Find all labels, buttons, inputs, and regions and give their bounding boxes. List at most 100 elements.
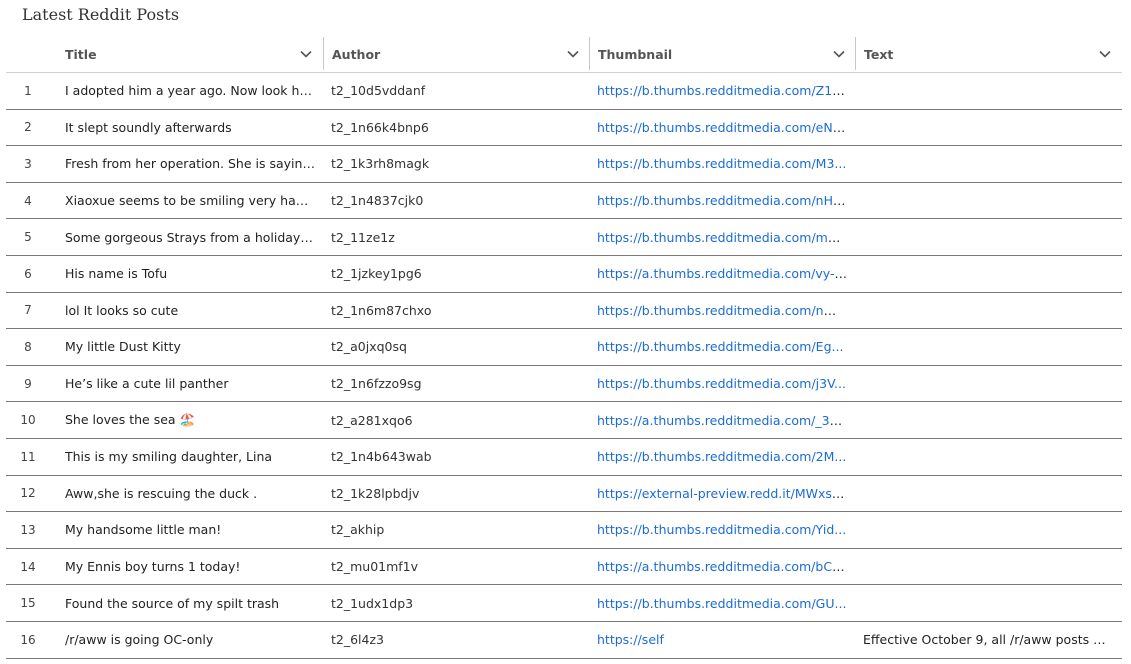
- title-cell[interactable]: It slept soundly afterwards: [65, 110, 315, 146]
- thumbnail-cell[interactable]: https://a.thumbs.redditmedia.com/vy-k...: [597, 256, 847, 292]
- author-cell[interactable]: t2_a281xqo6: [331, 402, 581, 438]
- text-cell[interactable]: [863, 439, 1109, 475]
- thumbnail-cell[interactable]: https://b.thumbs.redditmedia.com/GU...: [597, 585, 847, 621]
- thumbnail-link[interactable]: https://b.thumbs.redditmedia.com/2M...: [597, 449, 846, 464]
- table-row[interactable]: 11 This is my smiling daughter, Lina t2_…: [6, 439, 1122, 476]
- table-row[interactable]: 6 His name is Tofu t2_1jzkey1pg6 https:/…: [6, 256, 1122, 293]
- text-cell[interactable]: Effective October 9, all /r/aww posts m.…: [863, 622, 1109, 658]
- table-row[interactable]: 7 lol It looks so cute t2_1n6m87chxo htt…: [6, 293, 1122, 330]
- table-row[interactable]: 4 Xiaoxue seems to be smiling very happi…: [6, 183, 1122, 220]
- title-cell[interactable]: Fresh from her operation. She is saying.…: [65, 146, 315, 182]
- table-row[interactable]: 3 Fresh from her operation. She is sayin…: [6, 146, 1122, 183]
- author-cell[interactable]: t2_1jzkey1pg6: [331, 256, 581, 292]
- column-header-title[interactable]: Title: [57, 36, 323, 72]
- title-cell[interactable]: Some gorgeous Strays from a holiday i...: [65, 219, 315, 255]
- thumbnail-link[interactable]: https://external-preview.redd.it/MWxsc..…: [597, 486, 847, 501]
- author-cell[interactable]: t2_1n6m87chxo: [331, 293, 581, 329]
- author-cell[interactable]: t2_11ze1z: [331, 219, 581, 255]
- table-row[interactable]: 15 Found the source of my spilt trash t2…: [6, 585, 1122, 622]
- author-cell[interactable]: t2_mu01mf1v: [331, 549, 581, 585]
- chevron-down-icon[interactable]: [828, 50, 850, 58]
- text-cell[interactable]: [863, 110, 1109, 146]
- title-cell[interactable]: Aww,she is rescuing the duck .: [65, 476, 315, 512]
- thumbnail-cell[interactable]: https://b.thumbs.redditmedia.com/Eg...: [597, 329, 847, 365]
- author-cell[interactable]: t2_1n4837cjk0: [331, 183, 581, 219]
- text-cell[interactable]: [863, 256, 1109, 292]
- text-cell[interactable]: [863, 585, 1109, 621]
- thumbnail-cell[interactable]: https://a.thumbs.redditmedia.com/bC1...: [597, 549, 847, 585]
- author-cell[interactable]: t2_1udx1dp3: [331, 585, 581, 621]
- text-cell[interactable]: [863, 366, 1109, 402]
- text-cell[interactable]: [863, 293, 1109, 329]
- thumbnail-link[interactable]: https://a.thumbs.redditmedia.com/_3q...: [597, 413, 847, 428]
- thumbnail-cell[interactable]: https://b.thumbs.redditmedia.com/mw...: [597, 219, 847, 255]
- thumbnail-cell[interactable]: https://b.thumbs.redditmedia.com/2M...: [597, 439, 847, 475]
- title-cell[interactable]: She loves the sea 🏖️: [65, 402, 315, 438]
- title-cell[interactable]: I adopted him a year ago. Now look ho...: [65, 73, 315, 109]
- table-row[interactable]: 12 Aww,she is rescuing the duck . t2_1k2…: [6, 476, 1122, 513]
- column-header-author[interactable]: Author: [324, 36, 590, 72]
- author-cell[interactable]: t2_10d5vddanf: [331, 73, 581, 109]
- thumbnail-link[interactable]: https://b.thumbs.redditmedia.com/nHj...: [597, 193, 847, 208]
- text-cell[interactable]: [863, 549, 1109, 585]
- chevron-down-icon[interactable]: [295, 50, 317, 58]
- text-cell[interactable]: [863, 512, 1109, 548]
- text-cell[interactable]: [863, 146, 1109, 182]
- thumbnail-link[interactable]: https://a.thumbs.redditmedia.com/vy-k...: [597, 266, 847, 281]
- thumbnail-cell[interactable]: https://b.thumbs.redditmedia.com/eNx...: [597, 110, 847, 146]
- column-header-text[interactable]: Text: [856, 36, 1122, 72]
- table-row[interactable]: 10 She loves the sea 🏖️ t2_a281xqo6 http…: [6, 402, 1122, 439]
- title-cell[interactable]: Xiaoxue seems to be smiling very happi..…: [65, 183, 315, 219]
- text-cell[interactable]: [863, 183, 1109, 219]
- author-cell[interactable]: t2_1n66k4bnp6: [331, 110, 581, 146]
- author-cell[interactable]: t2_6l4z3: [331, 622, 581, 658]
- title-cell[interactable]: He’s like a cute lil panther: [65, 366, 315, 402]
- author-cell[interactable]: t2_a0jxq0sq: [331, 329, 581, 365]
- title-cell[interactable]: This is my smiling daughter, Lina: [65, 439, 315, 475]
- thumbnail-link[interactable]: https://b.thumbs.redditmedia.com/Yid...: [597, 522, 846, 537]
- chevron-down-icon[interactable]: [562, 50, 584, 58]
- author-cell[interactable]: t2_1k3rh8magk: [331, 146, 581, 182]
- chevron-down-icon[interactable]: [1094, 50, 1116, 58]
- text-cell[interactable]: [863, 219, 1109, 255]
- thumbnail-link[interactable]: https://b.thumbs.redditmedia.com/eNx...: [597, 120, 847, 135]
- title-cell[interactable]: /r/aww is going OC-only: [65, 622, 315, 658]
- author-cell[interactable]: t2_1k28lpbdjv: [331, 476, 581, 512]
- thumbnail-cell[interactable]: https://b.thumbs.redditmedia.com/nHj...: [597, 183, 847, 219]
- column-header-thumbnail[interactable]: Thumbnail: [590, 36, 856, 72]
- title-cell[interactable]: Found the source of my spilt trash: [65, 585, 315, 621]
- table-row[interactable]: 2 It slept soundly afterwards t2_1n66k4b…: [6, 110, 1122, 147]
- thumbnail-link[interactable]: https://b.thumbs.redditmedia.com/Z1b...: [597, 83, 847, 98]
- thumbnail-cell[interactable]: https://b.thumbs.redditmedia.com/Z1b...: [597, 73, 847, 109]
- thumbnail-link[interactable]: https://b.thumbs.redditmedia.com/M3...: [597, 156, 846, 171]
- title-cell[interactable]: lol It looks so cute: [65, 293, 315, 329]
- thumbnail-cell[interactable]: https://external-preview.redd.it/MWxsc..…: [597, 476, 847, 512]
- thumbnail-link[interactable]: https://b.thumbs.redditmedia.com/Eg...: [597, 339, 843, 354]
- thumbnail-cell[interactable]: https://b.thumbs.redditmedia.com/j3V...: [597, 366, 847, 402]
- author-cell[interactable]: t2_1n4b643wab: [331, 439, 581, 475]
- thumbnail-cell[interactable]: https://a.thumbs.redditmedia.com/_3q...: [597, 402, 847, 438]
- thumbnail-link[interactable]: https://self: [597, 632, 664, 647]
- text-cell[interactable]: [863, 476, 1109, 512]
- thumbnail-link[interactable]: https://b.thumbs.redditmedia.com/mw...: [597, 230, 847, 245]
- thumbnail-cell[interactable]: https://b.thumbs.redditmedia.com/nm...: [597, 293, 847, 329]
- table-row[interactable]: 13 My handsome little man! t2_akhip http…: [6, 512, 1122, 549]
- thumbnail-cell[interactable]: https://self: [597, 622, 847, 658]
- title-cell[interactable]: My little Dust Kitty: [65, 329, 315, 365]
- table-row[interactable]: 5 Some gorgeous Strays from a holiday i.…: [6, 219, 1122, 256]
- author-cell[interactable]: t2_akhip: [331, 512, 581, 548]
- thumbnail-link[interactable]: https://b.thumbs.redditmedia.com/nm...: [597, 303, 847, 318]
- table-row[interactable]: 1 I adopted him a year ago. Now look ho.…: [6, 73, 1122, 110]
- title-cell[interactable]: My Ennis boy turns 1 today!: [65, 549, 315, 585]
- text-cell[interactable]: [863, 329, 1109, 365]
- thumbnail-cell[interactable]: https://b.thumbs.redditmedia.com/Yid...: [597, 512, 847, 548]
- thumbnail-link[interactable]: https://b.thumbs.redditmedia.com/j3V...: [597, 376, 846, 391]
- thumbnail-link[interactable]: https://b.thumbs.redditmedia.com/GU...: [597, 596, 846, 611]
- text-cell[interactable]: [863, 402, 1109, 438]
- title-cell[interactable]: His name is Tofu: [65, 256, 315, 292]
- thumbnail-link[interactable]: https://a.thumbs.redditmedia.com/bC1...: [597, 559, 847, 574]
- thumbnail-cell[interactable]: https://b.thumbs.redditmedia.com/M3...: [597, 146, 847, 182]
- table-row[interactable]: 9 He’s like a cute lil panther t2_1n6fzz…: [6, 366, 1122, 403]
- table-row[interactable]: 8 My little Dust Kitty t2_a0jxq0sq https…: [6, 329, 1122, 366]
- table-row[interactable]: 14 My Ennis boy turns 1 today! t2_mu01mf…: [6, 549, 1122, 586]
